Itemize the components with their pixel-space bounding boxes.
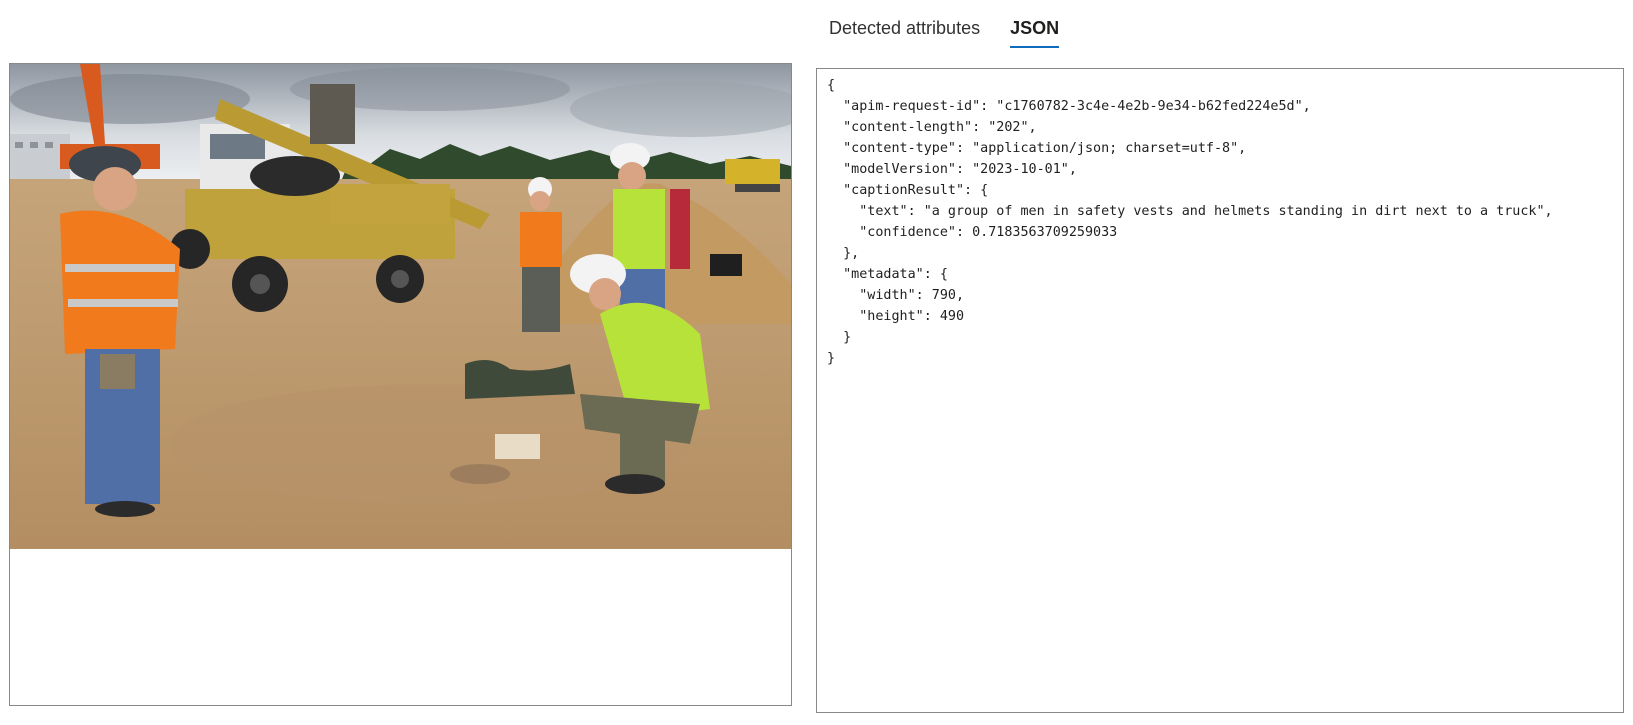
- json-line: "metadata": {: [827, 267, 948, 282]
- json-line: "height": 490: [827, 309, 965, 324]
- json-line: "modelVersion": "2023-10-01",: [827, 162, 1077, 177]
- json-line: }: [827, 330, 852, 345]
- json-line: "captionResult": {: [827, 183, 989, 198]
- json-line: "apim-request-id": "c1760782-3c4e-4e2b-9…: [827, 99, 1311, 114]
- json-line: "text": "a group of men in safety vests …: [827, 204, 1553, 219]
- result-tabs: Detected attributes JSON: [829, 0, 1089, 50]
- tab-detected-attributes[interactable]: Detected attributes: [829, 0, 980, 50]
- json-output-text: { "apim-request-id": "c1760782-3c4e-4e2b…: [827, 75, 1613, 369]
- json-line: },: [827, 246, 860, 261]
- image-preview-panel: [9, 63, 792, 706]
- json-line: {: [827, 78, 836, 93]
- tab-json[interactable]: JSON: [1010, 0, 1060, 50]
- json-line: }: [827, 351, 836, 366]
- json-line: "content-length": "202",: [827, 120, 1037, 135]
- json-line: "confidence": 0.7183563709259033: [827, 225, 1118, 240]
- construction-site-photo: [10, 64, 791, 549]
- json-line: "width": 790,: [827, 288, 965, 303]
- json-line: "content-type": "application/json; chars…: [827, 141, 1247, 156]
- json-output-panel[interactable]: { "apim-request-id": "c1760782-3c4e-4e2b…: [816, 68, 1624, 713]
